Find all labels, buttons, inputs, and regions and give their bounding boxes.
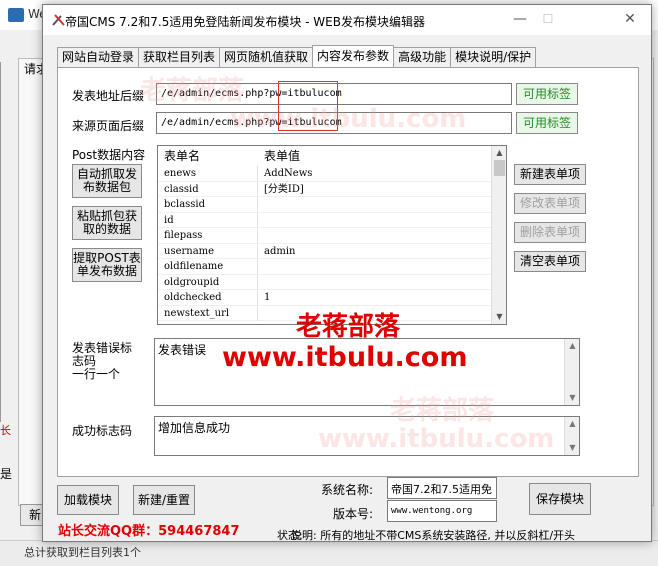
tab-random-values[interactable]: 网页随机值获取 (219, 47, 314, 67)
error-marker-input[interactable]: 发表错误 ▲ ▼ (154, 338, 580, 406)
form-item-name: bclassid (158, 197, 258, 213)
post-data-label: Post数据内容 (72, 148, 146, 162)
column-header-value: 表单值 (264, 149, 301, 163)
success-marker-label: 成功标志码 (72, 424, 133, 438)
edit-item-button[interactable]: 修改表单项 (514, 193, 586, 214)
table-row[interactable]: classid [分类ID] (158, 181, 492, 197)
tab-bar: 网站自动登录 获取栏目列表 网页随机值获取 内容发布参数 高级功能 模块说明/保… (57, 45, 537, 67)
version-label: 版本号: (333, 507, 374, 521)
scrollbar[interactable]: ▲ ▼ (564, 339, 579, 405)
form-item-name: id (158, 212, 258, 228)
table-row[interactable]: enews AddNews (158, 166, 492, 182)
tab-publish-params[interactable]: 内容发布参数 (312, 45, 395, 67)
form-item-value (258, 259, 492, 275)
form-item-name: oldgroupid (158, 274, 258, 290)
scroll-down-icon[interactable]: ▼ (492, 310, 506, 324)
new-item-button[interactable]: 新建表单项 (514, 164, 586, 185)
form-item-value (258, 305, 492, 321)
error-marker-label: 发表错误标 志码 一行一个 (72, 341, 133, 381)
form-item-name: classid (158, 181, 258, 197)
status-text: 总计获取到栏目列表1个 (24, 546, 141, 559)
table-row[interactable]: oldgroupid (158, 274, 492, 290)
column-header-name: 表单名 (164, 149, 201, 163)
form-items-grid[interactable]: 表单名 表单值 enews AddNews classid [分类ID] bclassi… (157, 145, 507, 325)
module-editor-dialog: 帝国CMS 7.2和7.5适用免登陆新闻发布模块 - WEB发布模块编辑器 — … (42, 4, 652, 542)
form-item-name: newstext_url (158, 305, 258, 321)
form-item-value: AddNews (258, 166, 492, 182)
table-row[interactable]: oldfilename (158, 259, 492, 275)
form-item-value (258, 212, 492, 228)
grid-body: enews AddNews classid [分类ID] bclassid id filep… (158, 166, 492, 321)
paste-capture-button[interactable]: 粘贴抓包获取的数据 (72, 206, 142, 240)
form-item-value: admin (258, 243, 492, 259)
background-red-text: 长 (0, 424, 11, 437)
referer-tags-button[interactable]: 可用标签 (516, 112, 578, 134)
form-item-value: 1 (258, 290, 492, 306)
app-icon (8, 8, 24, 22)
scroll-thumb[interactable] (494, 160, 505, 176)
table-row[interactable]: username admin (158, 243, 492, 259)
background-text: 是 (0, 467, 13, 481)
table-row[interactable]: filepass (158, 228, 492, 244)
form-item-name: username (158, 243, 258, 259)
dialog-title-bar: 帝国CMS 7.2和7.5适用免登陆新闻发布模块 - WEB发布模块编辑器 — … (43, 5, 651, 35)
form-item-value (258, 274, 492, 290)
form-item-value (258, 228, 492, 244)
post-url-suffix-label: 发表地址后缀 (72, 89, 145, 103)
system-name-label: 系统名称: (321, 483, 374, 497)
table-row[interactable]: newstext_url (158, 305, 492, 321)
highlight-box (278, 81, 338, 131)
extract-post-button[interactable]: 提取POST表单发布数据 (72, 248, 142, 282)
table-row[interactable]: oldchecked 1 (158, 290, 492, 306)
minimize-button[interactable]: — (507, 9, 533, 31)
load-module-button[interactable]: 加载模块 (57, 485, 119, 515)
form-item-value (258, 197, 492, 213)
form-item-name: oldchecked (158, 290, 258, 306)
grid-header: 表单名 表单值 (158, 146, 492, 166)
grid-scrollbar[interactable]: ▲ ▼ (491, 146, 506, 324)
tab-advanced[interactable]: 高级功能 (393, 47, 452, 67)
tab-category-list[interactable]: 获取栏目列表 (138, 47, 221, 67)
maximize-button[interactable]: ☐ (535, 9, 561, 31)
success-marker-input[interactable]: 增加信息成功 ▲ ▼ (154, 416, 580, 456)
form-item-name: enews (158, 166, 258, 182)
clear-items-button[interactable]: 清空表单项 (514, 251, 586, 272)
scrollbar[interactable]: ▲ ▼ (564, 417, 579, 455)
delete-item-button[interactable]: 删除表单项 (514, 222, 586, 243)
form-item-name: oldfilename (158, 259, 258, 275)
table-row[interactable]: id (158, 212, 492, 228)
save-module-button[interactable]: 保存模块 (529, 483, 591, 515)
form-item-name: filepass (158, 228, 258, 244)
background-divider (0, 62, 3, 422)
post-url-tags-button[interactable]: 可用标签 (516, 83, 578, 105)
system-name-input[interactable]: 帝国7.2和7.5适用免 (387, 477, 497, 499)
tab-module-info[interactable]: 模块说明/保护 (450, 47, 537, 67)
status-note: 说明: 所有的地址不带CMS系统安装路径, 并以反斜杠/开头 (291, 529, 576, 542)
tab-auto-login[interactable]: 网站自动登录 (57, 47, 140, 67)
table-row[interactable]: bclassid (158, 197, 492, 213)
dialog-title: 帝国CMS 7.2和7.5适用免登陆新闻发布模块 - WEB发布模块编辑器 (65, 15, 425, 29)
form-item-value: [分类ID] (258, 181, 492, 197)
referer-suffix-label: 来源页面后缀 (72, 119, 145, 133)
scroll-up-icon[interactable]: ▲ (492, 146, 506, 160)
version-input[interactable]: www.wentong.org (387, 500, 497, 522)
new-reset-button[interactable]: 新建/重置 (133, 485, 195, 515)
auto-capture-button[interactable]: 自动抓取发布数据包 (72, 164, 142, 198)
close-button[interactable]: ✕ (615, 9, 645, 31)
